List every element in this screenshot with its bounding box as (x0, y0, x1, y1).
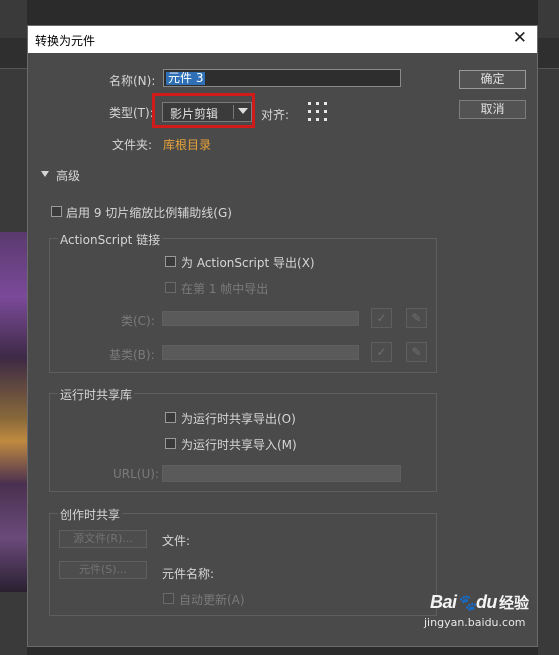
folder-label: 文件夹: (112, 138, 153, 152)
background-toolbar-right (538, 38, 559, 69)
symbol-button: 元件(S)... (59, 561, 147, 579)
cancel-button[interactable]: 取消 (459, 100, 526, 119)
authoring-sharing-group-title: 创作时共享 (58, 506, 123, 523)
auto-update-checkbox (163, 593, 174, 604)
export-frame1-checkbox (165, 282, 176, 293)
runtime-export-checkbox[interactable] (165, 412, 176, 423)
align-label: 对齐: (261, 108, 290, 122)
export-actionscript-checkbox[interactable] (165, 256, 176, 267)
background-app-left (0, 0, 27, 655)
name-label: 名称(N): (109, 74, 156, 88)
folder-link[interactable]: 库根目录 (163, 136, 211, 153)
baidu-experience-text: 经验 (498, 594, 529, 612)
collapse-triangle-icon[interactable] (41, 171, 49, 177)
background-toolbar (0, 38, 27, 69)
base-class-input (162, 345, 359, 360)
pencil-icon: ✎ (406, 308, 427, 328)
base-class-label: 基类(B): (109, 348, 155, 362)
url-label: URL(U): (113, 467, 159, 481)
class-label: 类(C): (121, 314, 155, 328)
type-label: 类型(T): (109, 106, 154, 120)
baidu-logo: Bai🐾du (430, 592, 497, 612)
pencil-icon: ✎ (406, 342, 427, 362)
actionscript-group-title: ActionScript 链接 (58, 231, 163, 248)
export-actionscript-label: 为 ActionScript 导出(X) (181, 256, 315, 270)
runtime-import-label: 为运行时共享导入(M) (181, 438, 297, 452)
annotation-highlight-box (152, 93, 255, 128)
nine-slice-label: 启用 9 切片缩放比例辅助线(G) (66, 206, 232, 220)
background-image (0, 232, 27, 592)
class-input (162, 311, 359, 326)
dialog-titlebar: 转换为元件 ✕ (28, 26, 537, 53)
auto-update-label: 自动更新(A) (179, 593, 245, 607)
runtime-export-label: 为运行时共享导出(O) (181, 412, 296, 426)
export-frame1-label: 在第 1 帧中导出 (181, 282, 269, 296)
convert-to-symbol-dialog: 转换为元件 ✕ 名称(N): 元件 3 类型(T): 影片剪辑 对齐: 文件夹:… (27, 25, 538, 647)
nine-slice-checkbox[interactable] (51, 206, 62, 217)
baidu-watermark: Bai🐾du 经验 jingyan.baidu.com (424, 592, 529, 629)
advanced-toggle[interactable]: 高级 (56, 167, 80, 184)
source-file-button: 源文件(R)... (59, 530, 147, 548)
registration-grid-icon[interactable] (308, 102, 328, 122)
file-label: 文件: (162, 534, 191, 548)
url-input (162, 465, 401, 482)
dialog-title: 转换为元件 (35, 34, 96, 48)
close-icon[interactable]: ✕ (513, 28, 527, 48)
check-icon: ✓ (371, 308, 392, 328)
name-input-value: 元件 3 (166, 71, 206, 85)
name-input[interactable]: 元件 3 (163, 69, 401, 87)
runtime-import-checkbox[interactable] (165, 438, 176, 449)
runtime-sharing-group-title: 运行时共享库 (58, 386, 135, 403)
symbol-name-label: 元件名称: (162, 567, 215, 581)
check-icon: ✓ (371, 342, 392, 362)
baidu-watermark-url: jingyan.baidu.com (424, 616, 526, 629)
ok-button[interactable]: 确定 (459, 70, 526, 89)
background-app-right (538, 0, 559, 655)
